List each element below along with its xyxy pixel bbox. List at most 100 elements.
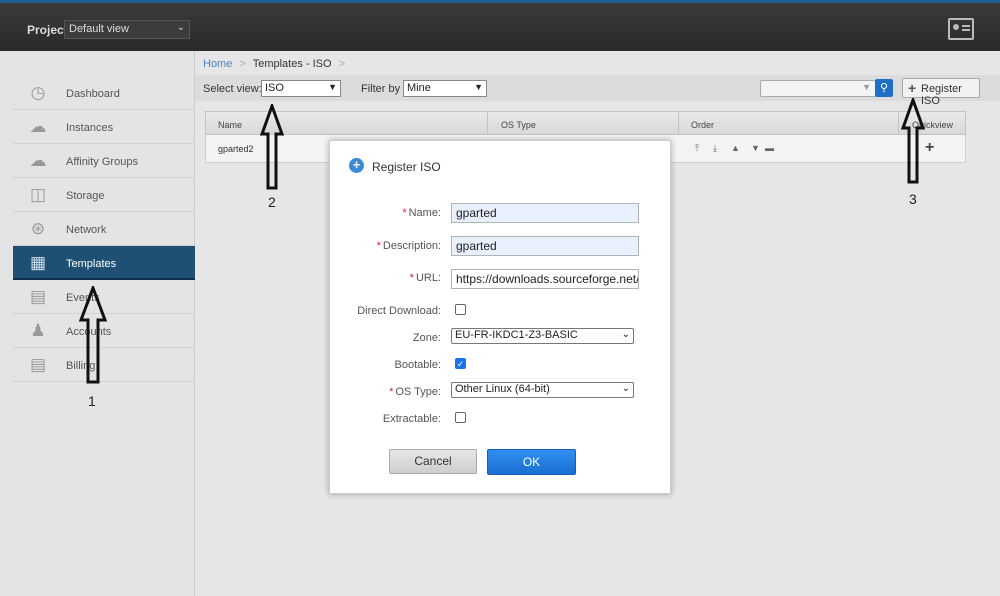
dialog-title: Register ISO bbox=[372, 160, 441, 174]
zone-label: Zone: bbox=[412, 332, 441, 344]
breadcrumb-home[interactable]: Home bbox=[203, 58, 232, 70]
os-type-label: * OS Type: bbox=[389, 386, 441, 398]
column-header-os-type[interactable]: OS Type bbox=[501, 120, 536, 130]
project-select[interactable]: Default view ⌄ bbox=[64, 20, 190, 39]
required-mark: * bbox=[376, 240, 381, 252]
filter-icon: ▼ bbox=[862, 82, 871, 92]
move-down-icon[interactable]: ▼ bbox=[751, 143, 760, 153]
top-bar: Project Default view ⌄ bbox=[0, 0, 1000, 51]
sidebar-item-label: Templates bbox=[66, 258, 117, 270]
bootable-checkbox[interactable]: ✓ bbox=[455, 358, 466, 369]
filter-by-label: Filter by bbox=[361, 83, 401, 95]
column-divider bbox=[487, 112, 488, 134]
column-header-name[interactable]: Name bbox=[218, 120, 242, 130]
url-field[interactable]: https://downloads.sourceforge.net/gparte… bbox=[451, 269, 639, 289]
move-top-icon[interactable]: ⤒ bbox=[695, 143, 699, 154]
os-type-select-value: Other Linux (64-bit) bbox=[455, 383, 550, 395]
user-card-icon[interactable] bbox=[948, 18, 974, 40]
project-select-value: Default view bbox=[69, 23, 129, 35]
name-label-text: Name: bbox=[408, 207, 441, 219]
row-name: gparted2 bbox=[218, 144, 254, 154]
os-type-select[interactable]: Other Linux (64-bit) ⌄ bbox=[451, 382, 634, 398]
move-up-icon[interactable]: ▲ bbox=[731, 143, 740, 153]
register-iso-button[interactable]: + Register ISO bbox=[902, 78, 980, 107]
sidebar-item-instances[interactable]: ☁ Instances bbox=[13, 110, 195, 144]
url-label-text: URL: bbox=[415, 272, 441, 284]
search-input[interactable]: ▼ bbox=[760, 80, 876, 97]
name-label: * Name: bbox=[402, 207, 441, 219]
column-header-order[interactable]: Order bbox=[691, 120, 714, 130]
select-view-value: ISO bbox=[265, 82, 284, 94]
filter-by-value: Mine bbox=[407, 82, 431, 94]
description-field[interactable]: gparted bbox=[451, 236, 639, 256]
drag-handle-icon[interactable]: ▬ bbox=[765, 143, 774, 153]
register-iso-label: Register ISO bbox=[921, 83, 962, 107]
sidebar-item-label: Affinity Groups bbox=[66, 156, 138, 168]
required-mark: * bbox=[389, 386, 394, 398]
direct-download-label: Direct Download: bbox=[357, 305, 441, 317]
sidebar-item-label: Network bbox=[66, 224, 107, 236]
cloud-icon: ☁ bbox=[29, 117, 47, 136]
templates-icon: ▦ bbox=[29, 253, 47, 272]
gauge-icon: ◷ bbox=[30, 83, 46, 102]
annotation-number-1: 1 bbox=[88, 393, 96, 409]
document-icon: ▤ bbox=[29, 355, 47, 374]
plus-icon: + bbox=[908, 80, 917, 96]
annotation-arrow-2 bbox=[259, 104, 285, 190]
storage-icon: ◫ bbox=[29, 185, 47, 204]
breadcrumb-current: Templates - ISO bbox=[252, 58, 332, 70]
zone-select-value: EU-FR-IKDC1-Z3-BASIC bbox=[455, 329, 578, 341]
quickview-plus-icon[interactable]: + bbox=[925, 139, 934, 157]
chevron-down-icon: ▼ bbox=[474, 82, 483, 92]
bootable-label: Bootable: bbox=[394, 359, 441, 371]
sidebar-item-network[interactable]: ⊛ Network bbox=[13, 212, 195, 246]
select-view-label: Select view: bbox=[203, 83, 262, 95]
cancel-button[interactable]: Cancel bbox=[389, 449, 477, 474]
sidebar-item-affinity-groups[interactable]: ☁ Affinity Groups bbox=[13, 144, 195, 178]
zone-select[interactable]: EU-FR-IKDC1-Z3-BASIC ⌄ bbox=[451, 328, 634, 344]
select-view-dropdown[interactable]: ISO ▼ bbox=[261, 80, 341, 97]
chevron-down-icon: ▼ bbox=[328, 82, 337, 92]
url-label: * URL: bbox=[410, 272, 441, 284]
filter-by-dropdown[interactable]: Mine ▼ bbox=[403, 80, 487, 97]
search-button[interactable]: ⚲ bbox=[875, 79, 893, 97]
sidebar-item-templates[interactable]: ▦ Templates bbox=[13, 246, 195, 280]
chevron-down-icon: ⌄ bbox=[176, 22, 185, 33]
required-mark: * bbox=[409, 272, 414, 284]
sidebar-item-dashboard[interactable]: ◷ Dashboard bbox=[13, 76, 195, 110]
chevron-down-icon: ⌄ bbox=[621, 383, 630, 394]
sidebar-item-storage[interactable]: ◫ Storage bbox=[13, 178, 195, 212]
column-divider bbox=[678, 112, 679, 134]
sidebar-item-label: Instances bbox=[66, 122, 114, 134]
annotation-number-2: 2 bbox=[268, 194, 276, 210]
os-type-label-text: OS Type: bbox=[395, 386, 441, 398]
checkmark-icon: ✓ bbox=[456, 359, 465, 369]
search-icon: ⚲ bbox=[879, 82, 889, 94]
required-mark: * bbox=[402, 207, 407, 219]
name-field[interactable]: gparted bbox=[451, 203, 639, 223]
user-icon: ♟ bbox=[30, 321, 46, 340]
description-label-text: Description: bbox=[382, 240, 441, 252]
table-header: Name OS Type Order Quickview bbox=[205, 111, 966, 135]
add-circle-icon: + bbox=[349, 158, 364, 173]
cloud-group-icon: ☁ bbox=[29, 151, 47, 170]
extractable-checkbox[interactable] bbox=[455, 412, 466, 423]
sidebar-item-label: Dashboard bbox=[66, 88, 120, 100]
project-label: Project bbox=[27, 23, 68, 37]
move-bottom-icon[interactable]: ⤓ bbox=[713, 143, 717, 154]
breadcrumb: Home > Templates - ISO > bbox=[203, 58, 349, 70]
direct-download-checkbox[interactable] bbox=[455, 304, 466, 315]
calendar-icon: ▤ bbox=[29, 287, 47, 306]
breadcrumb-separator: > bbox=[239, 58, 246, 70]
annotation-arrow-1 bbox=[78, 286, 108, 384]
network-icon: ⊛ bbox=[30, 219, 46, 238]
annotation-arrow-3 bbox=[900, 98, 926, 184]
toolbar: Select view: ISO ▼ Filter by Mine ▼ ▼ ⚲ … bbox=[195, 75, 1000, 107]
chevron-down-icon: ⌄ bbox=[621, 329, 630, 340]
description-label: * Description: bbox=[377, 240, 441, 252]
ok-button[interactable]: OK bbox=[487, 449, 576, 475]
extractable-label: Extractable: bbox=[382, 413, 441, 425]
breadcrumb-separator: > bbox=[338, 58, 346, 70]
register-iso-dialog: + Register ISO * Name: gparted * Descripti… bbox=[329, 140, 671, 494]
column-divider bbox=[898, 112, 899, 134]
